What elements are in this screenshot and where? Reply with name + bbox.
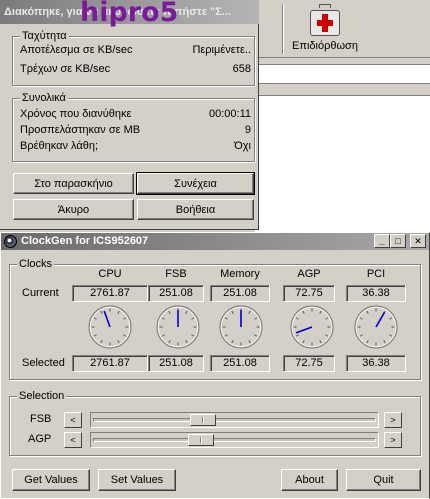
memory-gauge-icon (219, 305, 263, 349)
current-row-label: Current (22, 287, 59, 299)
current-cpu-value: 2761.87 (72, 285, 148, 302)
column-header-fsb: FSB (165, 268, 187, 280)
result-kbps-label: Αποτέλεσμα σε KB/sec (20, 44, 133, 56)
cancel-button[interactable]: Άκυρο (13, 199, 134, 220)
clockgen-app-icon (4, 235, 17, 248)
cpu-gauge-icon (88, 305, 132, 349)
fsb-slider-right-arrow[interactable]: > (384, 412, 402, 428)
close-button[interactable]: ✕ (410, 234, 426, 248)
column-header-pci: PCI (366, 268, 386, 280)
selected-row-label: Selected (22, 357, 65, 369)
current-memory-value: 251.08 (210, 285, 270, 302)
column-header-cpu: CPU (98, 268, 122, 280)
current-kbps-label: Τρέχων σε KB/sec (20, 63, 111, 75)
get-values-button[interactable]: Get Values (12, 469, 90, 491)
hipro5-logo: hipro5 (80, 0, 179, 28)
agp-slider-thumb[interactable] (188, 434, 214, 446)
toolbar-separator (282, 4, 284, 54)
selected-agp-value: 72.75 (283, 355, 335, 372)
background-button[interactable]: Στο παρασκήνιο (13, 173, 134, 194)
background-app-content (255, 96, 430, 232)
set-values-button[interactable]: Set Values (98, 469, 176, 491)
agp-slider-left-arrow[interactable]: < (64, 432, 82, 448)
maximize-button[interactable]: □ (390, 234, 406, 248)
clockgen-title: ClockGen for ICS952607 (1, 233, 429, 250)
selection-group-label: Selection (17, 390, 67, 402)
current-kbps-value: 658 (232, 63, 251, 75)
agp-gauge-icon (290, 305, 334, 349)
errors-found-label: Βρέθηκαν λάθη; (20, 140, 98, 152)
repair-toolbar-button[interactable]: Επιδιόρθωση (290, 4, 360, 56)
quit-button[interactable]: Quit (346, 469, 421, 491)
about-button[interactable]: About (281, 469, 338, 491)
clocks-group-label: Clocks (17, 258, 55, 270)
elapsed-time-value: 00:00:11 (208, 108, 251, 120)
pci-gauge-icon (354, 305, 398, 349)
agp-slider-label: AGP (28, 433, 52, 445)
fsb-slider-thumb[interactable] (190, 414, 216, 426)
current-fsb-value: 251.08 (148, 285, 204, 302)
speed-group-label: Ταχύτητα (20, 30, 69, 42)
first-aid-kit-handle (319, 4, 331, 8)
background-app-address-bar[interactable] (255, 64, 430, 84)
first-aid-kit-icon (310, 10, 340, 36)
agp-slider[interactable] (90, 432, 379, 448)
current-pci-value: 36.38 (346, 285, 406, 302)
elapsed-time-label: Χρόνος που διανύθηκε (20, 108, 132, 120)
errors-found-value: Όχι (234, 140, 251, 152)
agp-slider-right-arrow[interactable]: > (384, 432, 402, 448)
column-header-agp: AGP (297, 268, 321, 280)
fsb-gauge-icon (156, 305, 200, 349)
selected-cpu-value: 2761.87 (72, 355, 148, 372)
accessed-mb-value: 9 (244, 124, 251, 136)
column-header-memory: Memory (220, 268, 260, 280)
agp-slider-track (93, 438, 376, 442)
help-button[interactable]: Βοήθεια (137, 199, 254, 220)
result-kbps-value: Περιμένετε.. (192, 44, 251, 56)
fsb-slider[interactable] (90, 412, 379, 428)
fsb-slider-left-arrow[interactable]: < (64, 412, 82, 428)
fsb-slider-label: FSB (30, 413, 52, 425)
accessed-mb-label: Προσπελάστηκαν σε MB (20, 124, 141, 136)
fsb-slider-track (93, 418, 376, 422)
selected-fsb-value: 251.08 (148, 355, 204, 372)
selected-pci-value: 36.38 (346, 355, 406, 372)
current-agp-value: 72.75 (283, 285, 335, 302)
continue-button[interactable]: Συνέχεια (136, 172, 255, 195)
totals-group-label: Συνολικά (20, 92, 68, 104)
selected-memory-value: 251.08 (210, 355, 270, 372)
repair-button-label: Επιδιόρθωση (292, 40, 358, 52)
minimize-button[interactable]: _ (374, 234, 390, 248)
